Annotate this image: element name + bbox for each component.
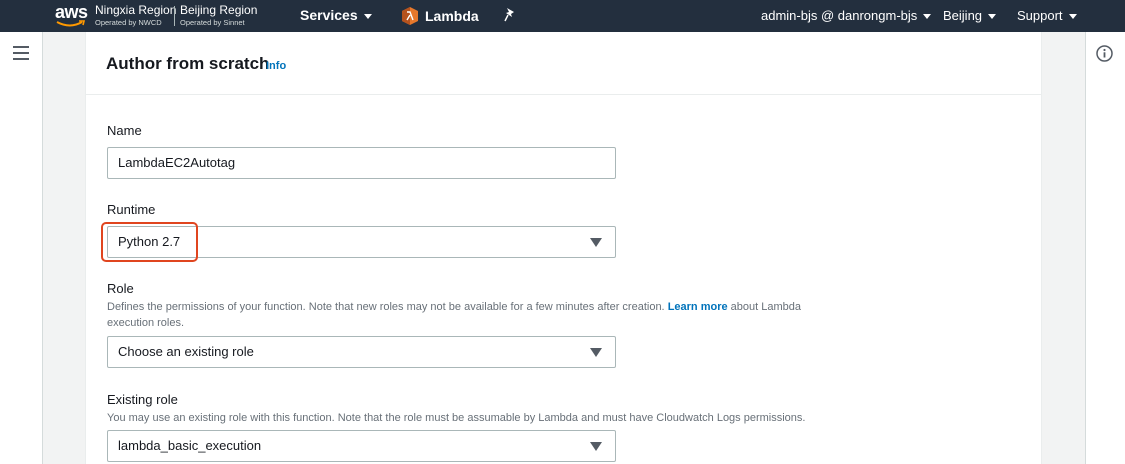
account-label: admin-bjs @ danrongm-bjs [761, 8, 918, 23]
info-icon[interactable] [1096, 45, 1113, 62]
dropdown-arrow-icon [590, 442, 602, 451]
region-divider [174, 6, 175, 26]
role-select[interactable]: Choose an existing role [107, 336, 616, 368]
region-beijing-name: Beijing Region [180, 3, 258, 17]
services-label: Services [300, 7, 358, 23]
left-sidebar [0, 32, 43, 464]
region-beijing-operator: Operated by Sinnet [180, 18, 245, 27]
aws-logo[interactable]: aws [55, 3, 89, 29]
existing-role-select[interactable]: lambda_basic_execution [107, 430, 616, 462]
dropdown-arrow-icon [590, 238, 602, 247]
chevron-down-icon [923, 14, 932, 20]
runtime-label: Runtime [107, 202, 156, 217]
lambda-service-icon[interactable] [402, 7, 418, 25]
dropdown-arrow-icon [590, 348, 602, 357]
role-value: Choose an existing role [118, 344, 254, 359]
chevron-down-icon [988, 14, 997, 20]
region-beijing[interactable]: Beijing Region Operated by Sinnet [180, 4, 257, 29]
name-label: Name [107, 123, 142, 138]
region-label: Beijing [943, 8, 983, 23]
panel-title: Author from scratch [106, 54, 270, 73]
aws-logo-text: aws [55, 2, 88, 22]
role-description: Defines the permissions of your function… [107, 299, 807, 331]
info-link[interactable]: Info [266, 60, 286, 72]
region-ningxia-operator: Operated by NWCD [95, 18, 162, 27]
panel-header: Author from scratch Info [86, 32, 1041, 95]
author-from-scratch-panel: Author from scratch Info Name LambdaEC2A… [85, 32, 1042, 464]
runtime-highlight-box [101, 222, 198, 262]
support-menu[interactable]: Support [1017, 8, 1077, 23]
chevron-down-icon [363, 13, 372, 19]
function-name-value: LambdaEC2Autotag [118, 155, 236, 170]
chevron-down-icon [1068, 14, 1077, 20]
top-nav-bar: aws Ningxia Region Operated by NWCD Beij… [0, 0, 1125, 32]
role-desc-text: Defines the permissions of your function… [107, 301, 665, 313]
role-label: Role [107, 281, 134, 296]
learn-more-link[interactable]: Learn more [668, 301, 728, 313]
aws-smile-icon [56, 20, 86, 27]
existing-role-description: You may use an existing role with this f… [107, 412, 806, 424]
pin-icon[interactable] [503, 7, 517, 23]
region-ningxia[interactable]: Ningxia Region Operated by NWCD [95, 4, 176, 29]
right-help-rail [1085, 32, 1125, 464]
hamburger-menu-icon[interactable] [13, 46, 29, 60]
services-menu[interactable]: Services [300, 7, 372, 23]
support-label: Support [1017, 8, 1063, 23]
account-menu[interactable]: admin-bjs @ danrongm-bjs [761, 8, 932, 23]
existing-role-value: lambda_basic_execution [118, 438, 262, 453]
existing-role-label: Existing role [107, 392, 178, 407]
region-ningxia-name: Ningxia Region [95, 3, 177, 17]
function-name-input[interactable]: LambdaEC2Autotag [107, 147, 616, 179]
lambda-nav-link[interactable]: Lambda [425, 8, 479, 24]
region-menu[interactable]: Beijing [943, 8, 997, 23]
